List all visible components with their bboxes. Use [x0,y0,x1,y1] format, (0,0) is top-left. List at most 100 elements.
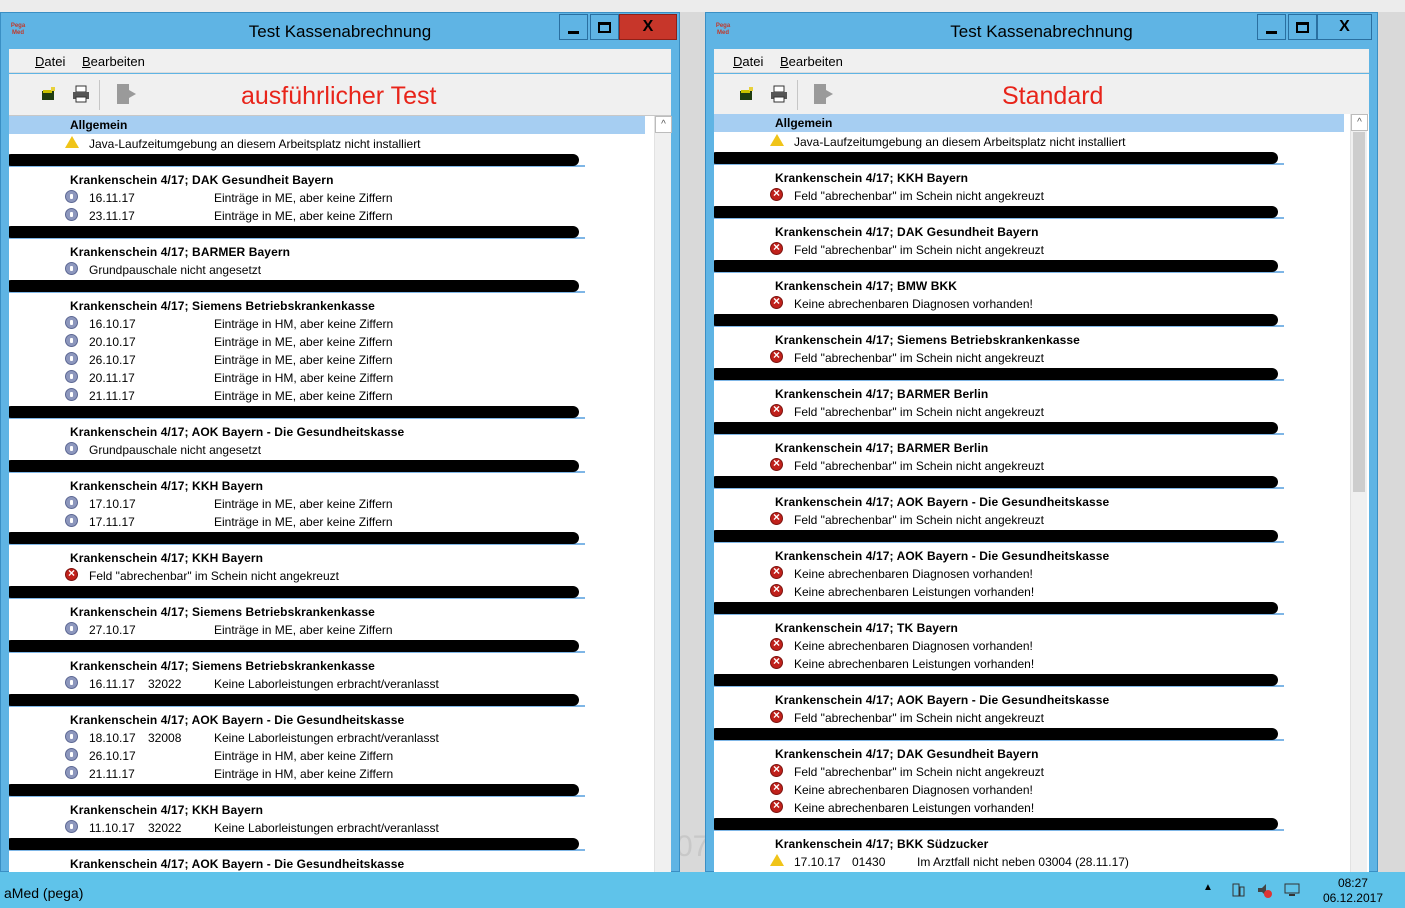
krankenschein-row[interactable]: Krankenschein 4/17; BMW BKK [714,276,1344,294]
scroll-up-arrow-icon[interactable]: ^ [1351,114,1368,131]
exit-button[interactable] [812,82,834,106]
redacted-patient-name [714,422,1278,434]
print-button[interactable] [769,84,789,104]
titlebar[interactable]: Pega Med Test Kassenabrechnung X [706,13,1377,49]
message-row[interactable]: Feld "abrechenbar" im Schein nicht angek… [714,456,1344,474]
message-row[interactable]: Grundpauschale nicht angesetzt [9,440,645,458]
krankenschein-row[interactable]: Krankenschein 4/17; DAK Gesundheit Bayer… [714,222,1344,240]
krankenschein-row[interactable]: Krankenschein 4/17; AOK Bayern - Die Ges… [714,492,1344,510]
vertical-scrollbar[interactable]: ^ [654,116,672,873]
message-row[interactable]: 17.11.17 Einträge in ME, aber keine Ziffe… [9,512,645,530]
message-text: Feld "abrechenbar" im Schein nicht angek… [794,711,1044,725]
message-row[interactable]: 21.11.17 Einträge in HM, aber keine Ziffe… [9,764,645,782]
message-row[interactable]: 27.10.17 Einträge in ME, aber keine Ziffe… [9,620,645,638]
maximize-button[interactable] [1288,14,1317,40]
message-row[interactable]: Feld "abrechenbar" im Schein nicht angek… [9,566,645,584]
message-row[interactable]: Java-Laufzeitumgebung an diesem Arbeitsp… [714,132,1344,150]
krankenschein-row[interactable]: Krankenschein 4/17; Siemens Betriebskran… [9,296,645,314]
message-text: Feld "abrechenbar" im Schein nicht angek… [794,189,1044,203]
close-button[interactable]: X [1317,14,1372,40]
print-button[interactable] [71,84,91,104]
message-row[interactable]: Keine abrechenbaren Diagnosen vorhanden! [714,564,1344,582]
scroll-up-arrow-icon[interactable]: ^ [655,116,672,133]
message-row[interactable]: 16.10.17 Einträge in HM, aber keine Ziffe… [9,314,645,332]
message-row[interactable]: 20.11.17 Einträge in HM, aber keine Ziffe… [9,368,645,386]
message-row[interactable]: 26.10.17 Einträge in ME, aber keine Ziffe… [9,350,645,368]
message-row[interactable]: 26.10.17 Einträge in HM, aber keine Ziffe… [9,746,645,764]
open-folder-button[interactable] [39,84,59,104]
krankenschein-row[interactable]: Krankenschein 4/17; AOK Bayern - Die Ges… [714,546,1344,564]
krankenschein-row[interactable]: Krankenschein 4/17; BARMER Berlin [714,384,1344,402]
message-row[interactable]: Keine abrechenbaren Leistungen vorhanden… [714,654,1344,672]
group-header[interactable]: Allgemein [714,114,1344,132]
menu-bearbeiten[interactable]: Bearbeiten [82,54,145,69]
krankenschein-row[interactable]: Krankenschein 4/17; KKH Bayern [9,476,645,494]
krankenschein-row[interactable]: Krankenschein 4/17; AOK Bayern - Die Ges… [9,710,645,728]
network-icon[interactable] [1230,882,1246,898]
krankenschein-row[interactable]: Krankenschein 4/17; BKK Südzucker [714,834,1344,852]
krankenschein-row[interactable]: Krankenschein 4/17; Siemens Betriebskran… [9,656,645,674]
close-button[interactable]: X [619,14,677,40]
krankenschein-row[interactable]: Krankenschein 4/17; BARMER Berlin [714,438,1344,456]
menu-bearbeiten[interactable]: Bearbeiten [780,54,843,69]
titlebar[interactable]: Pega Med Test Kassenabrechnung X [1,13,679,49]
krankenschein-row[interactable]: Krankenschein 4/17; Siemens Betriebskran… [9,602,645,620]
results-list[interactable]: Allgemein Java-Laufzeitumgebung an diesem… [9,116,671,873]
krankenschein-row[interactable]: Krankenschein 4/17; AOK Bayern - Die Ges… [9,422,645,440]
toolbar-separator [99,80,100,110]
taskbar-app-button[interactable]: aMed (pega) [0,872,96,908]
message-row[interactable]: 16.11.17 32022 Keine Laborleistungen erbra… [9,674,645,692]
vertical-scrollbar[interactable]: ^ [1350,114,1368,873]
minimize-button[interactable] [1257,14,1286,40]
message-row[interactable]: Keine abrechenbaren Leistungen vorhanden… [714,798,1344,816]
scrollbar-thumb[interactable] [1353,132,1365,492]
message-row[interactable]: 17.10.17 01430 Im Arztfall nicht neben 030… [714,852,1344,870]
message-row[interactable]: Feld "abrechenbar" im Schein nicht angek… [714,510,1344,528]
krankenschein-row[interactable]: Krankenschein 4/17; BARMER Bayern [9,242,645,260]
message-row[interactable]: Feld "abrechenbar" im Schein nicht angek… [714,240,1344,258]
exit-button[interactable] [115,82,137,106]
results-list[interactable]: Allgemein Java-Laufzeitumgebung an diesem… [714,114,1369,873]
maximize-button[interactable] [590,14,619,40]
message-row[interactable]: 21.11.17 Einträge in ME, aber keine Ziffe… [9,386,645,404]
krankenschein-row[interactable]: Krankenschein 4/17; TK Bayern [714,618,1344,636]
krankenschein-row[interactable]: Krankenschein 4/17; KKH Bayern [714,168,1344,186]
message-row[interactable]: 20.10.17 Einträge in ME, aber keine Ziffe… [9,332,645,350]
message-row[interactable]: Keine abrechenbaren Diagnosen vorhanden! [714,294,1344,312]
message-row[interactable]: Feld "abrechenbar" im Schein nicht angek… [714,348,1344,366]
krankenschein-row[interactable]: Krankenschein 4/17; AOK Bayern - Die Ges… [714,690,1344,708]
message-row[interactable]: 23.11.17 Einträge in ME, aber keine Ziffe… [9,206,645,224]
krankenschein-row[interactable]: Krankenschein 4/17; KKH Bayern [9,548,645,566]
message-row[interactable]: Keine abrechenbaren Diagnosen vorhanden! [714,780,1344,798]
message-row[interactable]: Feld "abrechenbar" im Schein nicht angek… [714,762,1344,780]
menu-datei[interactable]: Datei [733,54,763,69]
chevron-up-icon[interactable]: ▲ [1203,882,1219,898]
window-left[interactable]: Pega Med Test Kassenabrechnung X Datei Be… [0,12,680,873]
display-icon[interactable] [1284,882,1300,898]
krankenschein-row[interactable]: Krankenschein 4/17; DAK Gesundheit Bayer… [714,744,1344,762]
krankenschein-row[interactable]: Krankenschein 4/17; DAK Gesundheit Bayer… [9,170,645,188]
krankenschein-row[interactable]: Krankenschein 4/17; Siemens Betriebskran… [714,330,1344,348]
system-clock[interactable]: 08:27 06.12.2017 [1323,876,1383,906]
message-row[interactable]: Grundpauschale nicht angesetzt [9,260,645,278]
group-header[interactable]: Allgemein [9,116,645,134]
volume-muted-icon[interactable] [1256,882,1272,898]
message-row[interactable]: Feld "abrechenbar" im Schein nicht angek… [714,186,1344,204]
message-row[interactable]: 11.10.17 32022 Keine Laborleistungen erbra… [9,818,645,836]
open-folder-button[interactable] [737,84,757,104]
message-row[interactable]: Feld "abrechenbar" im Schein nicht angek… [714,402,1344,420]
message-row[interactable]: Keine abrechenbaren Diagnosen vorhanden! [714,636,1344,654]
krankenschein-row[interactable]: Krankenschein 4/17; AOK Bayern - Die Ges… [9,854,645,872]
message-row[interactable]: Keine abrechenbaren Leistungen vorhanden… [714,582,1344,600]
message-row[interactable]: 18.10.17 32008 Keine Laborleistungen erbra… [9,728,645,746]
menu-bar: Datei Bearbeiten [714,49,1369,73]
window-right[interactable]: Pega Med Test Kassenabrechnung X Datei Be… [705,12,1378,873]
minimize-button[interactable] [559,14,588,40]
error-icon [770,294,783,309]
message-row[interactable]: 17.10.17 Einträge in ME, aber keine Ziffe… [9,494,645,512]
krankenschein-row[interactable]: Krankenschein 4/17; KKH Bayern [9,800,645,818]
menu-datei[interactable]: Datei [35,54,65,69]
message-row[interactable]: Java-Laufzeitumgebung an diesem Arbeitsp… [9,134,645,152]
message-row[interactable]: Feld "abrechenbar" im Schein nicht angek… [714,708,1344,726]
message-row[interactable]: 16.11.17 Einträge in ME, aber keine Ziffe… [9,188,645,206]
